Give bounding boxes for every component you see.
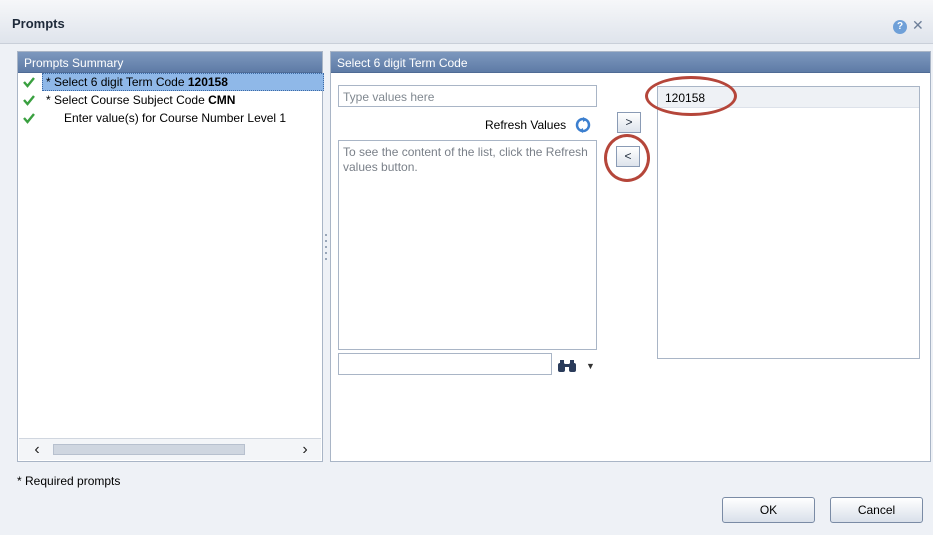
- cancel-button[interactable]: Cancel: [830, 497, 923, 523]
- scroll-left-icon[interactable]: ‹: [27, 441, 47, 458]
- binoculars-icon[interactable]: [557, 359, 577, 373]
- refresh-values-link[interactable]: Refresh Values: [485, 118, 566, 132]
- prompts-summary-panel: Prompts Summary * Select 6 digit Term Co…: [17, 51, 324, 462]
- available-values-list[interactable]: To see the content of the list, click th…: [338, 140, 597, 350]
- selected-values-list[interactable]: 120158: [657, 86, 920, 359]
- chevron-down-icon[interactable]: ▼: [586, 361, 595, 371]
- horizontal-scrollbar[interactable]: ‹ ›: [19, 438, 321, 460]
- summary-item-label: Enter value(s) for Course Number Level 1: [64, 111, 287, 125]
- prompt-value-header: Select 6 digit Term Code: [331, 52, 930, 73]
- required-prompts-note: * Required prompts: [17, 474, 121, 488]
- ok-button[interactable]: OK: [722, 497, 815, 523]
- add-value-button[interactable]: >: [617, 112, 641, 133]
- summary-item-label: * Select Course Subject Code CMN: [46, 93, 236, 107]
- prompts-summary-header: Prompts Summary: [18, 52, 322, 73]
- summary-item-label: * Select 6 digit Term Code 120158: [46, 75, 228, 89]
- check-icon: [23, 77, 35, 88]
- prompts-dialog: Prompts ? ✕ Prompts Summary * Select 6 d…: [0, 0, 933, 535]
- help-icon[interactable]: ?: [893, 20, 907, 34]
- scrollbar-thumb[interactable]: [53, 444, 245, 455]
- dialog-title: Prompts: [12, 16, 65, 31]
- check-icon: [23, 113, 35, 124]
- summary-item-value: 120158: [187, 75, 228, 89]
- type-values-input[interactable]: Type values here: [338, 85, 597, 107]
- annotation-circle-remove-button: [604, 134, 650, 182]
- dialog-titlebar: Prompts ? ✕: [0, 0, 933, 44]
- summary-item-course-number[interactable]: Enter value(s) for Course Number Level 1: [18, 109, 322, 127]
- summary-item-term-code[interactable]: * Select 6 digit Term Code 120158: [18, 73, 324, 91]
- close-icon[interactable]: ✕: [912, 17, 924, 33]
- panel-splitter[interactable]: [323, 230, 329, 280]
- refresh-icon[interactable]: [574, 116, 592, 134]
- summary-item-subject-code[interactable]: * Select Course Subject Code CMN: [18, 91, 322, 109]
- annotation-circle-selected-value: [645, 76, 737, 116]
- search-input[interactable]: [338, 353, 552, 375]
- summary-item-value: CMN: [208, 93, 236, 107]
- check-icon: [23, 95, 35, 106]
- scroll-right-icon[interactable]: ›: [295, 441, 315, 458]
